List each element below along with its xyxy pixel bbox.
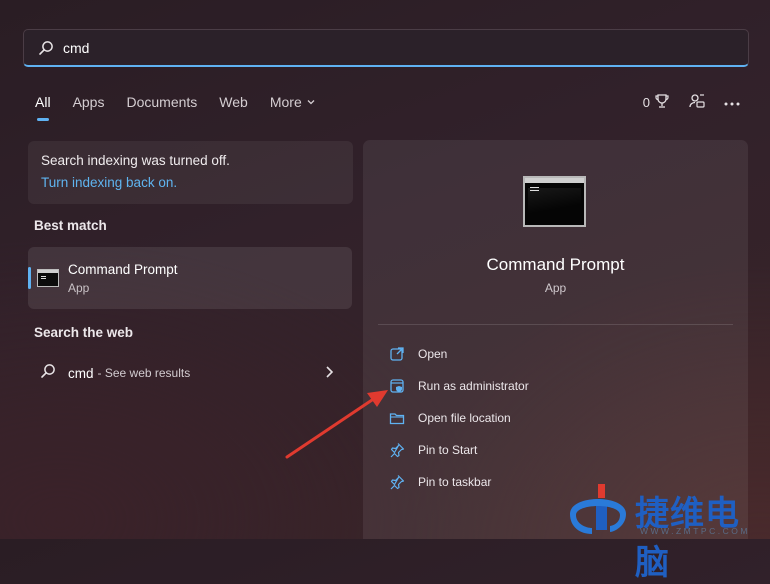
best-match-title: Command Prompt — [68, 261, 178, 277]
indexing-link[interactable]: Turn indexing back on. — [41, 175, 340, 190]
action-open-file-location[interactable]: Open file location — [388, 409, 511, 427]
action-pin-to-start-label: Pin to Start — [418, 443, 478, 457]
watermark-url: WWW.ZMTPC.COM — [640, 526, 750, 536]
best-match-item[interactable]: Command Prompt App — [28, 247, 352, 309]
rewards-button[interactable]: 0 — [643, 93, 670, 112]
indexing-notice: Search indexing was turned off. Turn ind… — [28, 141, 353, 204]
divider — [378, 324, 733, 325]
best-match-subtitle: App — [68, 280, 90, 295]
tab-all[interactable]: All — [35, 94, 51, 121]
account-button[interactable] — [688, 93, 706, 112]
action-pin-to-taskbar[interactable]: Pin to taskbar — [388, 473, 491, 491]
trophy-icon — [654, 93, 670, 112]
open-icon — [388, 345, 406, 363]
tab-apps[interactable]: Apps — [73, 94, 105, 119]
action-open-label: Open — [418, 347, 448, 361]
detail-panel: Command Prompt App Open Run as administr… — [363, 140, 748, 539]
detail-title: Command Prompt — [486, 255, 625, 274]
indexing-message: Search indexing was turned off. — [41, 153, 230, 168]
tab-more[interactable]: More — [270, 94, 316, 119]
action-open[interactable]: Open — [388, 345, 447, 363]
watermark-emblem-icon — [570, 484, 626, 534]
watermark-logo: 捷维电脑 WWW.ZMTPC.COM — [566, 484, 770, 583]
web-result-item[interactable]: cmd - See web results — [40, 363, 340, 383]
rewards-count: 0 — [642, 95, 650, 110]
people-icon — [688, 93, 706, 112]
action-pin-to-start[interactable]: Pin to Start — [388, 441, 477, 459]
command-prompt-icon — [37, 269, 59, 287]
command-prompt-large-icon — [523, 176, 586, 227]
header-toolbar: 0 — [643, 93, 740, 112]
search-web-heading: Search the web — [34, 325, 134, 340]
web-hint: - See web results — [97, 366, 191, 380]
action-run-as-admin-label: Run as administrator — [418, 379, 529, 393]
filter-tabs: All Apps Documents Web More — [35, 94, 338, 121]
pin-icon — [388, 441, 406, 459]
chevron-down-icon — [306, 94, 316, 110]
chevron-right-icon — [324, 365, 334, 384]
search-value: cmd — [63, 39, 90, 56]
folder-icon — [388, 409, 406, 427]
more-options-button[interactable] — [724, 95, 740, 110]
tab-documents[interactable]: Documents — [126, 94, 197, 119]
search-icon — [40, 363, 56, 384]
tab-web[interactable]: Web — [219, 94, 248, 119]
search-icon — [38, 40, 54, 56]
action-open-file-location-label: Open file location — [418, 411, 511, 425]
best-match-heading: Best match — [34, 218, 107, 233]
action-run-as-admin[interactable]: Run as administrator — [388, 377, 529, 395]
shield-icon — [388, 377, 406, 395]
pin-icon — [388, 473, 406, 491]
web-query: cmd — [68, 365, 94, 381]
tab-more-label: More — [269, 94, 302, 110]
search-input[interactable]: cmd — [23, 29, 749, 67]
detail-subtitle: App — [544, 281, 567, 295]
action-pin-to-taskbar-label: Pin to taskbar — [418, 475, 492, 489]
ellipsis-icon — [724, 95, 740, 110]
